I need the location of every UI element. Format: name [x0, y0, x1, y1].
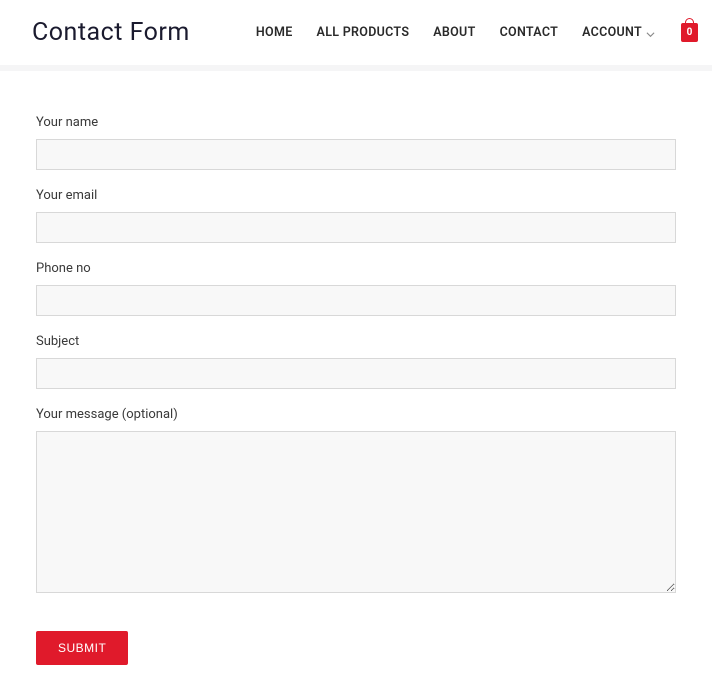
field-phone-group: Phone no	[36, 261, 676, 316]
nav-all-products-label: ALL PRODUCTS	[317, 25, 410, 40]
field-email-group: Your email	[36, 188, 676, 243]
field-name-group: Your name	[36, 115, 676, 170]
contact-form: Your name Your email Phone no Subject Yo…	[0, 71, 712, 685]
field-subject-input[interactable]	[36, 358, 676, 389]
cart-bag-icon: 0	[681, 23, 698, 42]
page-title: Contact Form	[32, 18, 190, 47]
header: Contact Form HOME ALL PRODUCTS ABOUT CON…	[0, 0, 712, 65]
nav: HOME ALL PRODUCTS ABOUT CONTACT ACCOUNT …	[244, 23, 698, 42]
nav-account-label: ACCOUNT	[582, 25, 642, 40]
field-message-input[interactable]	[36, 431, 676, 593]
field-phone-label: Phone no	[36, 261, 676, 276]
nav-all-products[interactable]: ALL PRODUCTS	[305, 25, 422, 40]
nav-home-label: HOME	[256, 25, 293, 40]
cart-count: 0	[687, 28, 693, 38]
field-name-label: Your name	[36, 115, 676, 130]
field-subject-group: Subject	[36, 334, 676, 389]
chevron-down-icon	[646, 28, 655, 37]
field-phone-input[interactable]	[36, 285, 676, 316]
nav-contact-label: CONTACT	[500, 25, 559, 40]
field-message-label: Your message (optional)	[36, 407, 676, 422]
nav-contact[interactable]: CONTACT	[488, 25, 571, 40]
submit-button[interactable]: SUBMIT	[36, 631, 128, 665]
nav-home[interactable]: HOME	[244, 25, 305, 40]
nav-about-label: ABOUT	[433, 25, 475, 40]
field-name-input[interactable]	[36, 139, 676, 170]
nav-about[interactable]: ABOUT	[421, 25, 487, 40]
field-subject-label: Subject	[36, 334, 676, 349]
field-email-label: Your email	[36, 188, 676, 203]
nav-account[interactable]: ACCOUNT	[570, 25, 667, 40]
field-email-input[interactable]	[36, 212, 676, 243]
field-message-group: Your message (optional)	[36, 407, 676, 597]
cart-button[interactable]: 0	[681, 23, 698, 42]
